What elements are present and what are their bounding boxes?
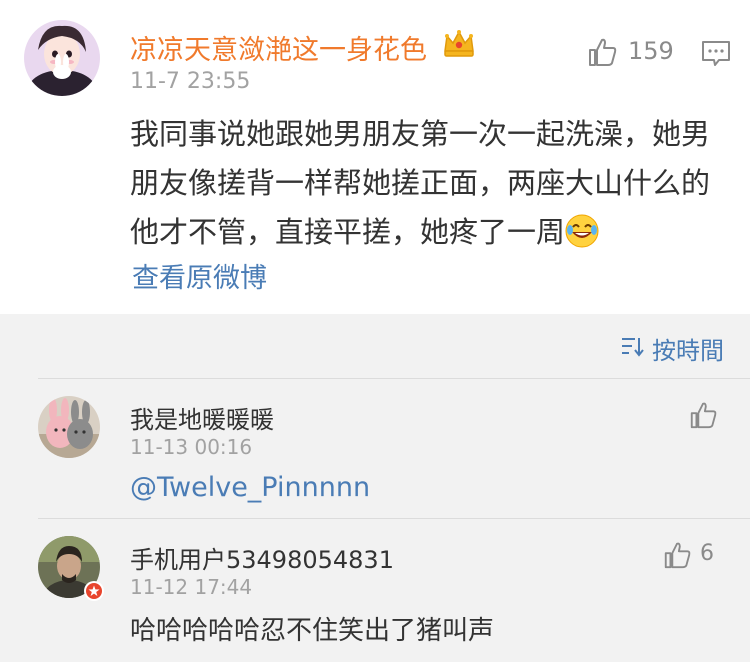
- post-body-text: 我同事说她跟她男朋友第一次一起洗澡，她男朋友像搓背一样帮她搓正面，两座大山什么的…: [130, 117, 711, 249]
- author-avatar[interactable]: [24, 20, 100, 96]
- post-body: 我同事说她跟她男朋友第一次一起洗澡，她男朋友像搓背一样帮她搓正面，两座大山什么的…: [130, 110, 710, 257]
- thumbs-up-icon[interactable]: [662, 540, 692, 570]
- thumbs-up-icon[interactable]: [688, 400, 718, 430]
- author-name[interactable]: 凉凉天意潋滟这一身花色: [130, 28, 427, 67]
- comment-author[interactable]: 手机用户53498054831: [130, 540, 394, 575]
- comment-avatar[interactable]: [38, 396, 100, 458]
- comment-text: 哈哈哈哈哈忍不住笑出了猪叫声: [130, 616, 495, 646]
- comment-like-count[interactable]: 6: [700, 541, 714, 566]
- main-post: 凉凉天意潋滟这一身花色 11-7 23:55 159 我同事说她跟她男朋友第一次…: [0, 0, 750, 314]
- verified-badge-icon: [84, 581, 104, 601]
- comment-icon[interactable]: [700, 37, 732, 69]
- divider: [38, 518, 750, 519]
- sort-toggle[interactable]: 按時間: [652, 331, 724, 366]
- comment-timestamp: 11-13 00:16: [130, 435, 253, 459]
- view-original-link[interactable]: 查看原微博: [132, 256, 267, 295]
- thumbs-up-icon[interactable]: [586, 36, 618, 68]
- comment-mention-link[interactable]: @Twelve_Pinnnnn: [130, 472, 370, 503]
- sort-icon[interactable]: [620, 335, 644, 357]
- comment-author[interactable]: 我是地暖暖暖: [130, 400, 274, 435]
- laughing-emoji-icon: [565, 214, 599, 248]
- divider: [38, 378, 750, 379]
- like-count[interactable]: 159: [628, 37, 674, 65]
- crown-icon: [444, 30, 474, 57]
- comment-timestamp: 11-12 17:44: [130, 575, 253, 599]
- post-timestamp: 11-7 23:55: [130, 69, 251, 94]
